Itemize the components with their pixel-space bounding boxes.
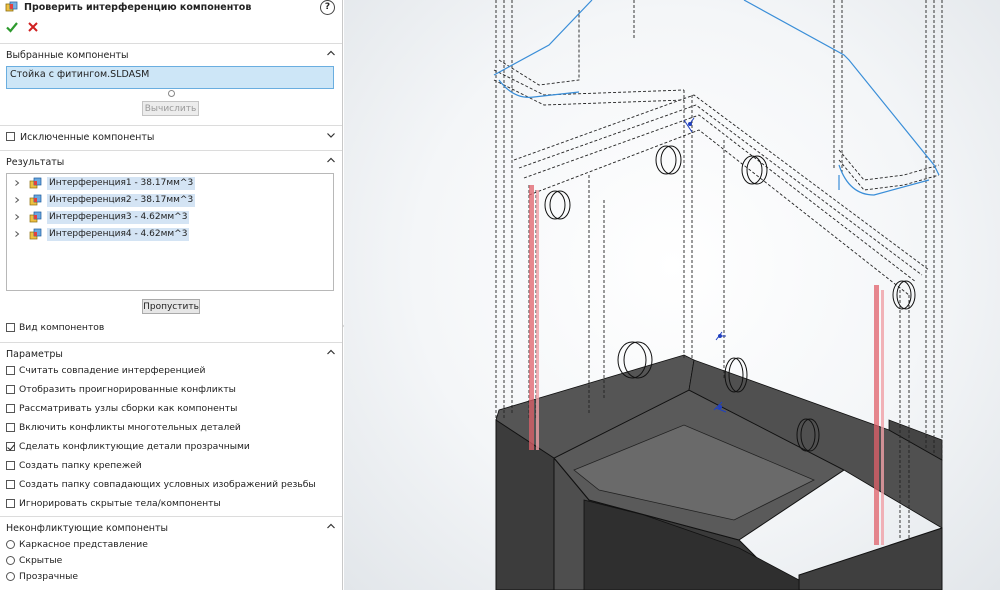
parameter-checkbox[interactable] [6, 461, 15, 470]
selected-component-item[interactable]: Стойка с фитингом.SLDASM [10, 69, 149, 80]
section-selected-components[interactable]: Выбранные компоненты [0, 46, 342, 64]
result-row[interactable]: Интерференция3 - 4.62мм^3 [7, 210, 335, 226]
parameter-checkbox[interactable] [6, 480, 15, 489]
section-results[interactable]: Результаты [0, 153, 342, 171]
section-title: Параметры [6, 349, 63, 360]
section-title: Неконфликтующие компоненты [6, 523, 169, 534]
expand-arrow-icon[interactable] [14, 231, 20, 237]
section-title: Результаты [6, 157, 65, 168]
parameter-checkbox[interactable] [6, 423, 15, 432]
property-manager-panel: Проверить интерференцию компонентов ? Вы… [0, 0, 343, 590]
selected-components-list[interactable]: Стойка с фитингом.SLDASM [6, 66, 334, 89]
divider [0, 150, 342, 151]
interference-icon [29, 211, 42, 223]
expand-arrow-icon[interactable] [14, 214, 20, 220]
expand-arrow-icon[interactable] [14, 180, 20, 186]
parameter-label: Отобразить проигнорированные конфликты [19, 384, 236, 395]
non-conflicting-radio[interactable] [6, 540, 15, 549]
result-label[interactable]: Интерференция4 - 4.62мм^3 [47, 228, 190, 241]
panel-title: Проверить интерференцию компонентов [24, 2, 252, 13]
result-label[interactable]: Интерференция2 - 38.17мм^3 [47, 194, 196, 207]
results-tree[interactable]: Интерференция1 - 38.17мм^3 Интерференция… [6, 173, 334, 291]
component-view-label: Вид компонентов [19, 322, 105, 333]
section-non-conflicting[interactable]: Неконфликтующие компоненты [0, 519, 342, 537]
assembly-model[interactable] [344, 0, 1000, 590]
interference-icon [29, 194, 42, 206]
interference-icon [29, 177, 42, 189]
checkmark-icon[interactable] [5, 20, 19, 34]
panel-titlebar: Проверить интерференцию компонентов ? [0, 0, 342, 16]
parameter-checkbox[interactable] [6, 499, 15, 508]
parameter-label: Включить конфликты многотельных деталей [19, 422, 241, 433]
parameter-label: Рассматривать узлы сборки как компоненты [19, 403, 238, 414]
chevron-down-icon[interactable] [326, 130, 336, 140]
section-excluded-components[interactable]: Исключенные компоненты [0, 128, 342, 146]
parameter-label: Создать папку совпадающих условных изобр… [19, 479, 316, 490]
resize-handle-icon[interactable] [168, 90, 175, 97]
result-row[interactable]: Интерференция1 - 38.17мм^3 [7, 176, 335, 192]
result-label[interactable]: Интерференция1 - 38.17мм^3 [47, 177, 196, 190]
parameter-checkbox[interactable] [6, 366, 15, 375]
chevron-up-icon[interactable] [326, 347, 336, 357]
component-view-checkbox[interactable] [6, 323, 15, 332]
highlighted-edges [493, 0, 940, 196]
graphics-viewport[interactable] [344, 0, 1000, 590]
divider [0, 342, 342, 343]
parameter-checkbox[interactable] [6, 442, 15, 451]
result-label[interactable]: Интерференция3 - 4.62мм^3 [47, 211, 190, 224]
divider [0, 43, 342, 44]
chevron-up-icon[interactable] [326, 155, 336, 165]
divider [0, 516, 342, 517]
non-conflicting-label: Прозрачные [19, 571, 79, 582]
result-row[interactable]: Интерференция4 - 4.62мм^3 [7, 227, 335, 243]
calculate-button[interactable]: Вычислить [142, 101, 199, 116]
section-title: Выбранные компоненты [6, 50, 129, 61]
parameter-checkbox[interactable] [6, 385, 15, 394]
non-conflicting-radio[interactable] [6, 556, 15, 565]
parameter-label: Игнорировать скрытые тела/компоненты [19, 498, 221, 509]
parameter-label: Создать папку крепежей [19, 460, 142, 471]
expand-arrow-icon[interactable] [14, 197, 20, 203]
skip-button[interactable]: Пропустить [142, 299, 200, 314]
excluded-components-checkbox[interactable] [6, 132, 15, 141]
close-icon[interactable] [26, 20, 40, 34]
parameter-checkbox[interactable] [6, 404, 15, 413]
divider [0, 125, 342, 126]
parameter-label: Сделать конфликтующие детали прозрачными [19, 441, 250, 452]
non-conflicting-radio[interactable] [6, 572, 15, 581]
chevron-up-icon[interactable] [326, 521, 336, 531]
chevron-up-icon[interactable] [326, 48, 336, 58]
help-icon[interactable]: ? [320, 0, 335, 15]
parameter-label: Считать совпадение интерференцией [19, 365, 206, 376]
non-conflicting-label: Скрытые [19, 555, 63, 566]
interference-icon [29, 228, 42, 240]
excluded-components-label: Исключенные компоненты [20, 132, 155, 143]
result-row[interactable]: Интерференция2 - 38.17мм^3 [7, 193, 335, 209]
non-conflicting-label: Каркасное представление [19, 539, 148, 550]
section-parameters[interactable]: Параметры [0, 345, 342, 363]
interference-detection-icon [5, 1, 18, 12]
